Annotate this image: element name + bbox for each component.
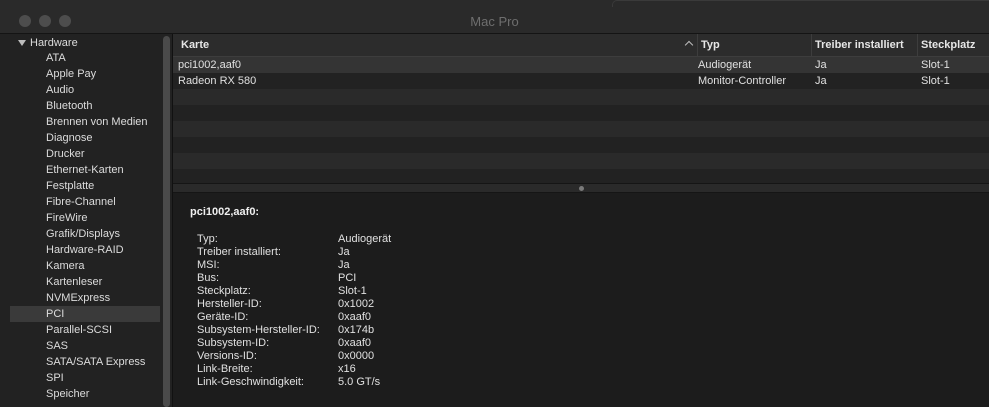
empty-table-row xyxy=(173,137,989,153)
property-label: Link-Geschwindigkeit: xyxy=(197,376,304,388)
sidebar-item-pci[interactable]: PCI xyxy=(10,306,160,322)
detail-title: pci1002,aaf0: xyxy=(190,206,260,218)
cell-typ: Monitor-Controller xyxy=(698,75,787,87)
property-value: 0xaaf0 xyxy=(338,337,372,349)
column-header-karte[interactable]: Karte xyxy=(178,34,694,56)
detail-property: Subsystem-Hersteller-ID: 0x174b xyxy=(197,324,897,337)
property-label: MSI: xyxy=(197,259,220,271)
device-table: Karte Typ Treiber installiert Steckplatz… xyxy=(173,34,989,183)
window-title: Mac Pro xyxy=(470,14,519,29)
detail-property: Hersteller-ID: 0x1002 xyxy=(197,298,897,311)
sidebar-item-ethernet-karten[interactable]: Ethernet-Karten xyxy=(10,162,160,178)
cell-treiber: Ja xyxy=(815,59,827,71)
sidebar-item-firewire[interactable]: FireWire xyxy=(10,210,160,226)
table-header: Karte Typ Treiber installiert Steckplatz xyxy=(173,34,989,57)
sidebar-item-fibre-channel[interactable]: Fibre-Channel xyxy=(10,194,160,210)
sidebar-item-bluetooth[interactable]: Bluetooth xyxy=(10,98,160,114)
property-value: x16 xyxy=(338,363,356,375)
property-label: Subsystem-Hersteller-ID: xyxy=(197,324,320,336)
system-information-window: Mac Pro Hardware ATA Apple Pay Audio Blueto… xyxy=(0,0,989,407)
detail-property: Treiber installiert: Ja xyxy=(197,246,897,259)
sidebar-item-diagnose[interactable]: Diagnose xyxy=(10,130,160,146)
sidebar-item-apple-pay[interactable]: Apple Pay xyxy=(10,66,160,82)
empty-table-row xyxy=(173,121,989,137)
property-value: PCI xyxy=(338,272,357,284)
property-value: 0x0000 xyxy=(338,350,375,362)
column-header-typ[interactable]: Typ xyxy=(697,34,812,56)
sidebar-item-kamera[interactable]: Kamera xyxy=(10,258,160,274)
property-value: 0x174b xyxy=(338,324,375,336)
sidebar-item-festplatte[interactable]: Festplatte xyxy=(10,178,160,194)
column-header-steckplatz[interactable]: Steckplatz xyxy=(917,34,989,56)
property-value: Ja xyxy=(338,246,350,258)
detail-property: Link-Geschwindigkeit: 5.0 GT/s xyxy=(197,376,897,389)
detail-property: Bus: PCI xyxy=(197,272,897,285)
sidebar-item-sas[interactable]: SAS xyxy=(10,338,160,354)
column-header-treiber[interactable]: Treiber installiert xyxy=(811,34,917,56)
sidebar-scrollbar[interactable] xyxy=(162,36,170,407)
split-view-divider[interactable] xyxy=(173,183,989,193)
divider-handle-icon[interactable] xyxy=(579,186,584,191)
sort-ascending-icon xyxy=(684,40,694,50)
table-row[interactable]: pci1002,aaf0 Audiogerät Ja Slot-1 xyxy=(173,57,989,73)
sidebar-item-brennen-von-medien[interactable]: Brennen von Medien xyxy=(10,114,160,130)
property-value: 0x1002 xyxy=(338,298,375,310)
property-label: Subsystem-ID: xyxy=(197,337,270,349)
detail-pane: pci1002,aaf0: Typ: Audiogerät Treiber inst… xyxy=(173,193,989,407)
detail-property: Subsystem-ID: 0xaaf0 xyxy=(197,337,897,350)
sidebar-item-nvmexpress[interactable]: NVMExpress xyxy=(10,290,160,306)
sidebar-item-sata-sata-express[interactable]: SATA/SATA Express xyxy=(10,354,160,370)
table-row[interactable]: Radeon RX 580 Monitor-Controller Ja Slot-1 xyxy=(173,73,989,89)
detail-property: Typ: Audiogerät xyxy=(197,233,897,246)
property-label: Typ: xyxy=(197,233,218,245)
sidebar-item-kartenleser[interactable]: Kartenleser xyxy=(10,274,160,290)
cell-karte: Radeon RX 580 xyxy=(178,75,257,87)
category-tree: Hardware ATA Apple Pay Audio Bluetooth Brenn… xyxy=(0,34,160,407)
sidebar-item-parallel-scsi[interactable]: Parallel-SCSI xyxy=(10,322,160,338)
property-value: Audiogerät xyxy=(338,233,392,245)
title-bar: Mac Pro xyxy=(0,0,989,34)
detail-property: Versions-ID: 0x0000 xyxy=(197,350,897,363)
cell-treiber: Ja xyxy=(815,75,827,87)
sidebar-item-spi[interactable]: SPI xyxy=(10,370,160,386)
cell-steckplatz: Slot-1 xyxy=(921,75,950,87)
cell-karte: pci1002,aaf0 xyxy=(178,59,241,71)
tree-section-label: Hardware xyxy=(30,37,78,49)
sidebar-item-audio[interactable]: Audio xyxy=(10,82,160,98)
property-label: Geräte-ID: xyxy=(197,311,249,323)
empty-table-row xyxy=(173,153,989,169)
sidebar-scroll-thumb[interactable] xyxy=(163,36,170,407)
detail-property: Geräte-ID: 0xaaf0 xyxy=(197,311,897,324)
background-window-edge xyxy=(612,0,989,7)
tree-section-hardware[interactable]: Hardware xyxy=(18,36,78,50)
detail-property: Steckplatz: Slot-1 xyxy=(197,285,897,298)
disclosure-triangle-icon[interactable] xyxy=(18,40,26,46)
property-label: Hersteller-ID: xyxy=(197,298,262,310)
detail-property: Link-Breite: x16 xyxy=(197,363,897,376)
property-label: Steckplatz: xyxy=(197,285,251,297)
property-value: 0xaaf0 xyxy=(338,311,372,323)
property-value: Ja xyxy=(338,259,350,271)
empty-table-row xyxy=(173,105,989,121)
detail-property: MSI: Ja xyxy=(197,259,897,272)
sidebar: Hardware ATA Apple Pay Audio Bluetooth Brenn… xyxy=(0,34,173,407)
property-value: 5.0 GT/s xyxy=(338,376,381,388)
cell-typ: Audiogerät xyxy=(698,59,752,71)
sidebar-item-ata[interactable]: ATA xyxy=(10,50,160,66)
property-label: Bus: xyxy=(197,272,220,284)
sidebar-item-speicher[interactable]: Speicher xyxy=(10,386,160,402)
sidebar-item-drucker[interactable]: Drucker xyxy=(10,146,160,162)
property-value: Slot-1 xyxy=(338,285,367,297)
sidebar-item-hardware-raid[interactable]: Hardware-RAID xyxy=(10,242,160,258)
property-label: Treiber installiert: xyxy=(197,246,281,258)
property-label: Link-Breite: xyxy=(197,363,253,375)
sidebar-item-grafik-displays[interactable]: Grafik/Displays xyxy=(10,226,160,242)
property-label: Versions-ID: xyxy=(197,350,257,362)
empty-table-row xyxy=(173,89,989,105)
cell-steckplatz: Slot-1 xyxy=(921,59,950,71)
